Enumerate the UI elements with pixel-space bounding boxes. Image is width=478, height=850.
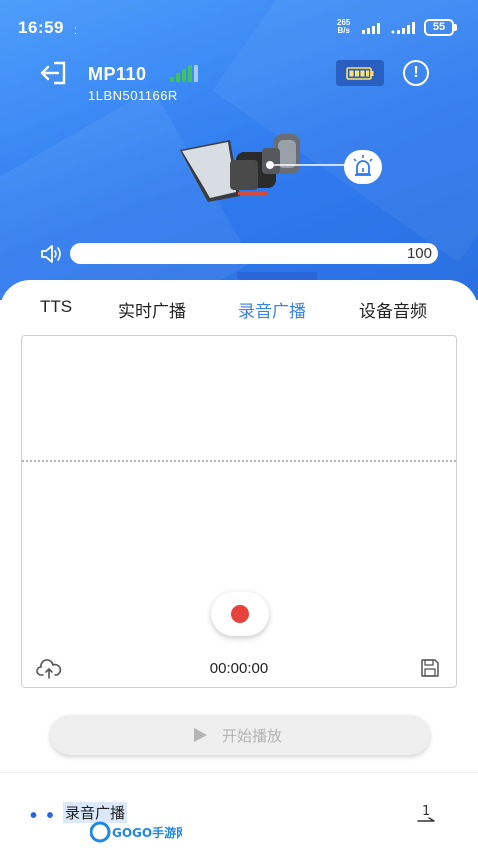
start-playback-button[interactable]: 开始播放: [50, 715, 430, 755]
tab-device-audio[interactable]: 设备音频: [359, 297, 427, 322]
tab-recorded-broadcast[interactable]: 录音广播: [238, 297, 306, 322]
recording-timer: 00:00:00: [209, 660, 269, 677]
cell-signal-icon: [362, 23, 380, 34]
record-icon: [231, 605, 249, 623]
start-playback-label: 开始播放: [222, 728, 283, 745]
exit-icon[interactable]: [38, 60, 68, 86]
recording-panel: 00:00:00: [21, 335, 457, 688]
device-battery-button[interactable]: [336, 60, 384, 86]
volume-slider[interactable]: 100: [70, 243, 438, 264]
header: 16:59 ⁚ 265 B/s 55 MP110 1LBN501166R ! 1…: [0, 0, 478, 300]
device-signal-icon: [170, 65, 198, 82]
notification-icon: ⁚: [74, 26, 77, 36]
status-time: 16:59: [18, 18, 64, 37]
device-serial: 1LBN501166R: [88, 88, 178, 103]
network-speed: 265 B/s: [337, 19, 350, 35]
tab-bar: TTS 实时广播 录音广播 设备音频: [0, 293, 478, 323]
connector-line: [266, 161, 346, 169]
battery-icon: [346, 67, 374, 80]
exclamation-icon: !: [413, 64, 419, 81]
page-indicator: 1: [417, 804, 435, 822]
phone-battery-icon: 55: [424, 19, 457, 36]
alarm-button[interactable]: [344, 150, 382, 184]
tab-tts[interactable]: TTS: [40, 297, 72, 317]
record-button[interactable]: [211, 592, 269, 636]
device-name: MP110: [88, 64, 147, 84]
cell-signal-2-icon: [391, 22, 415, 34]
save-icon[interactable]: [420, 658, 440, 678]
footer-divider: [0, 772, 478, 773]
network-speed-unit: B/s: [337, 26, 350, 35]
volume-icon: [41, 245, 61, 263]
volume-value: 100: [406, 245, 432, 262]
status-bar: 16:59 ⁚ 265 B/s 55: [0, 0, 478, 54]
watermark-logo: GOGO手游网: [90, 821, 182, 843]
page-number: 1: [422, 804, 430, 819]
info-alert-button[interactable]: !: [403, 60, 429, 86]
alarm-siren-icon: [353, 155, 373, 176]
tab-live-broadcast[interactable]: 实时广播: [118, 297, 186, 322]
play-icon: [194, 728, 207, 742]
waveform-baseline: [22, 460, 456, 462]
svg-text:GOGO手游网: GOGO手游网: [112, 825, 182, 840]
